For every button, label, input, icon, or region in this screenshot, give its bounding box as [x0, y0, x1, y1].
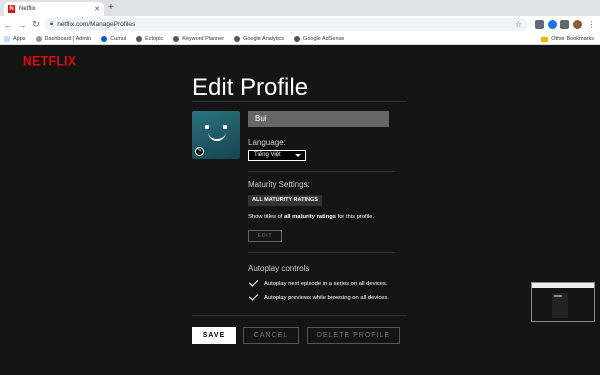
edit-pencil-icon[interactable]: ✎ — [195, 147, 204, 156]
bookmark-ectopic[interactable]: Ectopic — [136, 35, 163, 42]
checkmark-icon[interactable] — [248, 292, 259, 303]
avatar-eye — [205, 125, 209, 129]
autoplay-previews-option[interactable]: Autoplay previews while browsing on all … — [248, 292, 389, 303]
save-button[interactable]: SAVE — [192, 327, 236, 344]
avatar-smile — [208, 131, 226, 141]
maturity-description: Show titles of all maturity ratings for … — [248, 214, 374, 220]
extension-icon[interactable] — [535, 20, 544, 29]
language-value: Tiếng Việt — [254, 152, 281, 158]
thumbnail-line — [554, 295, 562, 297]
forward-icon[interactable]: → — [16, 20, 28, 30]
browser-tab[interactable]: N Netflix ✕ — [4, 2, 104, 16]
folder-icon — [541, 36, 549, 42]
globe-icon — [173, 35, 180, 42]
profile-name-input[interactable]: Bui — [248, 111, 389, 127]
lock-icon: 🔒︎ — [50, 21, 54, 27]
edit-maturity-button[interactable]: EDIT — [248, 230, 282, 242]
netflix-favicon-icon: N — [8, 5, 15, 13]
page-title: Edit Profile — [192, 74, 309, 101]
autoplay-next-option[interactable]: Autoplay next episode in a series on all… — [248, 278, 387, 289]
netflix-logo[interactable]: NETFLIX — [23, 53, 77, 69]
other-bookmarks[interactable]: Other Bookmarks — [541, 36, 594, 42]
maturity-rating-badge: ALL MATURITY RATINGS — [248, 195, 322, 206]
bookmark-google-analytics[interactable]: Google Analytics — [234, 35, 284, 42]
checkmark-icon[interactable] — [248, 278, 259, 289]
url-text: netflix.com/ManageProfiles — [57, 21, 136, 28]
tab-title: Netflix — [19, 6, 36, 12]
thumbnail-bar — [532, 283, 594, 288]
bookmark-apps[interactable]: Apps — [4, 35, 26, 42]
bookmark-dashboard[interactable]: Dashboard | Admin — [35, 35, 91, 42]
language-select[interactable]: Tiếng Việt — [248, 150, 306, 161]
caret-down-icon — [295, 154, 301, 157]
tab-strip: N Netflix ✕ + — [0, 0, 600, 16]
divider — [248, 252, 395, 253]
extensions-puzzle-icon[interactable] — [560, 20, 569, 29]
bookmark-cumul[interactable]: Cumul — [101, 35, 126, 42]
autoplay-label: Autoplay controls — [248, 264, 310, 273]
page-content: NETFLIX Edit Profile ✎ Bui Language: Tiế… — [0, 46, 600, 375]
cancel-button[interactable]: CANCEL — [243, 327, 299, 344]
language-label: Language: — [248, 138, 286, 147]
autoplay-previews-text: Autoplay previews while browsing on all … — [264, 294, 390, 301]
profile-avatar[interactable] — [573, 20, 582, 29]
new-tab-icon[interactable]: + — [108, 3, 114, 13]
maturity-label: Maturity Settings: — [248, 180, 310, 189]
globe-icon — [136, 35, 143, 42]
site-icon — [35, 35, 42, 42]
close-tab-icon[interactable]: ✕ — [94, 5, 100, 13]
extension-icon[interactable] — [548, 20, 557, 29]
menu-icon[interactable]: ⋮ — [587, 20, 596, 29]
apps-grid-icon — [4, 35, 10, 42]
avatar-eye — [223, 125, 227, 129]
screenshot-thumbnail[interactable] — [531, 282, 595, 322]
globe-icon — [294, 35, 301, 42]
divider — [248, 171, 395, 172]
bookmarks-bar: Apps Dashboard | Admin Cumul Ectopic Key… — [0, 33, 600, 45]
divider — [192, 315, 407, 316]
divider — [192, 101, 407, 102]
bookmark-keyword-planner[interactable]: Keyword Planner — [173, 35, 224, 42]
reload-icon[interactable]: ↻ — [30, 19, 42, 30]
autoplay-next-text: Autoplay next episode in a series on all… — [264, 280, 388, 287]
globe-icon — [234, 35, 241, 42]
bookmark-google-adsense[interactable]: Google AdSense — [294, 35, 344, 42]
profile-avatar[interactable]: ✎ — [192, 111, 240, 159]
delete-profile-button[interactable]: DELETE PROFILE — [307, 327, 400, 344]
site-icon — [101, 35, 108, 42]
address-bar[interactable]: 🔒︎ netflix.com/ManageProfiles ☆ — [44, 18, 528, 31]
back-icon[interactable]: ← — [2, 20, 14, 30]
bookmark-star-icon[interactable]: ☆ — [515, 20, 522, 29]
